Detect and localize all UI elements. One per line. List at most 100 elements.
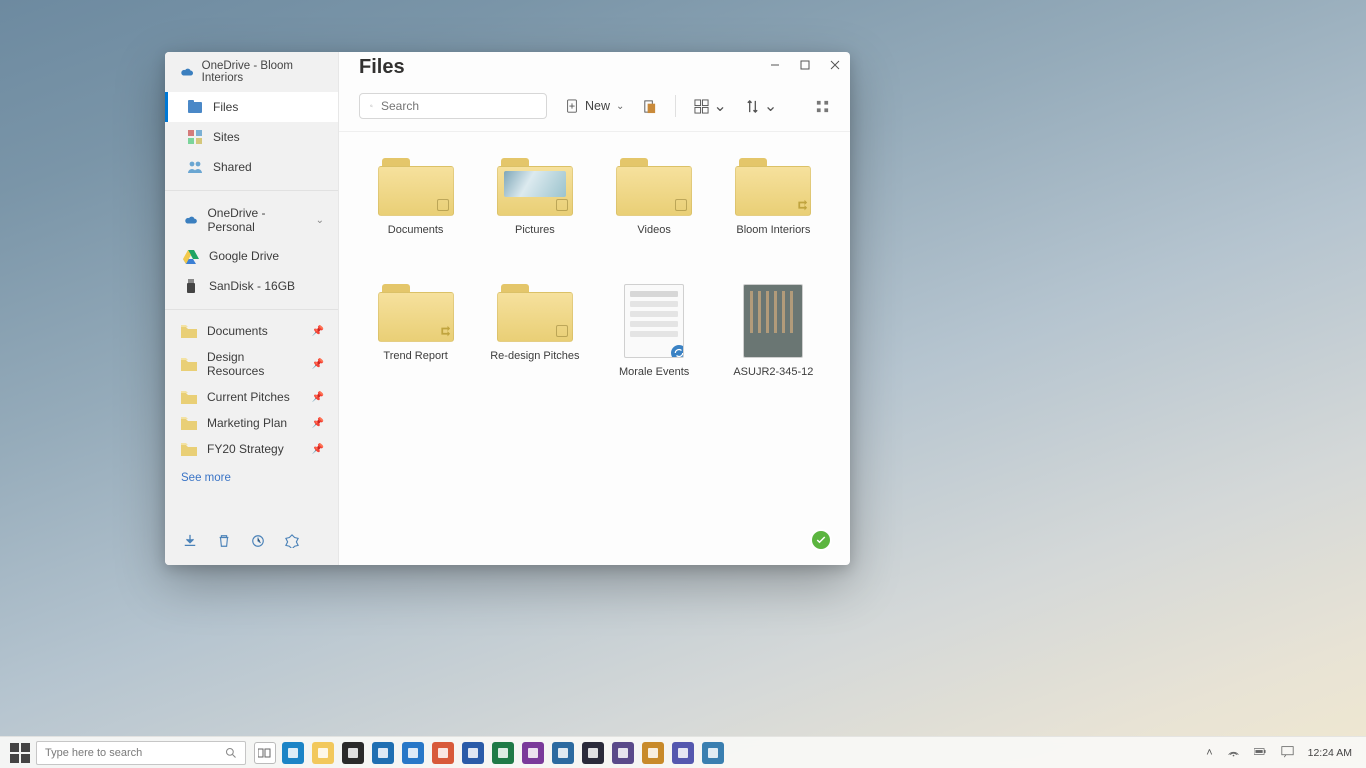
search-box[interactable]	[359, 93, 547, 119]
sidebar-drive-label: SanDisk - 16GB	[209, 279, 295, 293]
taskbar-app-premiere[interactable]	[582, 742, 604, 764]
taskbar-apps	[282, 742, 724, 764]
trash-icon[interactable]	[217, 534, 231, 551]
taskbar-app-outlook[interactable]	[372, 742, 394, 764]
tray-chevron-icon[interactable]: ˄	[1206, 747, 1212, 759]
sidebar-pinned-folder[interactable]: Documents 📌	[165, 318, 338, 344]
taskbar-app-illustrator[interactable]	[642, 742, 664, 764]
taskbar-app-word[interactable]	[462, 742, 484, 764]
task-view-icon	[258, 748, 272, 758]
file-item-label: Bloom Interiors	[736, 224, 810, 236]
folder-icon	[616, 158, 692, 216]
file-grid: Documents Pictures Videos Bloom Interior…	[339, 132, 850, 565]
taskbar-app-edge[interactable]	[282, 742, 304, 764]
toolbar: New ⌄ ⌄ ⌄	[339, 83, 850, 132]
taskbar-app-explorer[interactable]	[312, 742, 334, 764]
file-item-label: Pictures	[515, 224, 555, 236]
sort-button[interactable]: ⌄	[745, 96, 777, 116]
folder-icon	[735, 158, 811, 216]
file-grid-item[interactable]: Documents	[359, 158, 472, 278]
new-button[interactable]: New ⌄	[565, 99, 624, 113]
file-grid-item[interactable]: Re-design Pitches	[478, 284, 591, 404]
folder-icon	[181, 443, 197, 456]
file-grid-item[interactable]: Trend Report	[359, 284, 472, 404]
sync-status-button[interactable]	[810, 529, 832, 551]
file-grid-item[interactable]: Morale Events	[598, 284, 711, 404]
sidebar-item-label: Shared	[213, 160, 252, 174]
battery-icon[interactable]	[1254, 745, 1267, 761]
recent-icon[interactable]	[251, 534, 265, 551]
options-button[interactable]	[815, 99, 830, 114]
file-grid-item[interactable]: Videos	[598, 158, 711, 278]
file-grid-item[interactable]: Bloom Interiors	[717, 158, 830, 278]
folder-icon	[378, 158, 454, 216]
sidebar-pinned-label: Marketing Plan	[207, 416, 287, 430]
file-grid-item[interactable]: ASUJR2-345-12	[717, 284, 830, 404]
file-explorer-window: OneDrive - Bloom Interiors Files Sites S…	[165, 52, 850, 565]
taskbar-app-photoshop[interactable]	[552, 742, 574, 764]
taskbar-app-excel[interactable]	[492, 742, 514, 764]
sidebar-pinned-folder[interactable]: FY20 Strategy 📌	[165, 436, 338, 462]
start-button[interactable]	[10, 743, 30, 763]
taskbar-app-calendar[interactable]	[402, 742, 424, 764]
taskbar-search[interactable]: Type here to search	[36, 741, 246, 765]
maximize-button[interactable]	[790, 53, 820, 77]
sidebar-drive-label: OneDrive - Personal	[207, 206, 305, 234]
file-grid-item[interactable]: Pictures	[478, 158, 591, 278]
sidebar-pinned-label: Design Resources	[207, 350, 302, 378]
task-view-button[interactable]	[254, 742, 276, 764]
sidebar-drive-sandisk[interactable]: SanDisk - 16GB	[165, 271, 338, 301]
folder-icon	[497, 158, 573, 216]
sidebar-divider	[165, 190, 338, 191]
sidebar-pinned-folder[interactable]: Marketing Plan 📌	[165, 410, 338, 436]
sidebar-drive-onedrive-personal[interactable]: OneDrive - Personal ⌄	[165, 199, 338, 241]
sidebar-drive-google[interactable]: Google Drive	[165, 241, 338, 271]
sidebar-account-header[interactable]: OneDrive - Bloom Interiors	[165, 52, 338, 92]
toolbar-divider	[675, 95, 676, 117]
folder-icon	[378, 284, 454, 342]
sidebar-pinned-folder[interactable]: Design Resources 📌	[165, 344, 338, 384]
taskbar-app-chrome[interactable]	[432, 742, 454, 764]
taskbar-app-teams[interactable]	[672, 742, 694, 764]
pin-icon: 📌	[312, 392, 324, 403]
view-button[interactable]: ⌄	[694, 96, 726, 116]
sidebar-see-more[interactable]: See more	[165, 462, 338, 494]
sidebar-pinned-folder[interactable]: Current Pitches 📌	[165, 384, 338, 410]
taskbar-app-store[interactable]	[342, 742, 364, 764]
download-icon[interactable]	[183, 534, 197, 551]
action-center-icon[interactable]	[1281, 745, 1294, 761]
pin-icon: 📌	[312, 359, 324, 370]
shared-icon	[187, 159, 203, 175]
taskbar-clock[interactable]: 12:24 AM	[1308, 747, 1352, 759]
sidebar-item-shared[interactable]: Shared	[165, 152, 338, 182]
sidebar-item-files[interactable]: Files	[165, 92, 338, 122]
paste-button[interactable]	[642, 99, 657, 114]
sidebar-item-label: Files	[213, 100, 238, 114]
close-button[interactable]	[820, 53, 850, 77]
chevron-down-icon: ⌄	[316, 215, 324, 226]
sidebar-divider	[165, 309, 338, 310]
sidebar-pinned-list: Documents 📌 Design Resources 📌 Current P…	[165, 318, 338, 462]
share-icon	[437, 325, 451, 339]
network-icon[interactable]	[1227, 745, 1240, 761]
folder-badge-icon	[556, 199, 568, 211]
sidebar-item-label: Sites	[213, 130, 240, 144]
chevron-down-icon: ⌄	[616, 101, 624, 112]
pin-icon: 📌	[312, 418, 324, 429]
taskbar-app-xd[interactable]	[702, 742, 724, 764]
folder-icon	[181, 391, 197, 404]
document-icon	[624, 284, 684, 358]
search-input[interactable]	[381, 99, 536, 113]
pin-icon: 📌	[312, 444, 324, 455]
taskbar-app-aftereffects[interactable]	[612, 742, 634, 764]
settings-icon[interactable]	[285, 534, 299, 551]
new-file-icon	[565, 99, 579, 113]
minimize-button[interactable]	[760, 53, 790, 77]
check-icon	[815, 534, 827, 546]
taskbar-app-onenote[interactable]	[522, 742, 544, 764]
folder-icon	[497, 284, 573, 342]
file-item-label: Re-design Pitches	[490, 350, 579, 362]
gdrive-icon	[183, 248, 199, 264]
sidebar-item-sites[interactable]: Sites	[165, 122, 338, 152]
file-item-label: Videos	[637, 224, 670, 236]
